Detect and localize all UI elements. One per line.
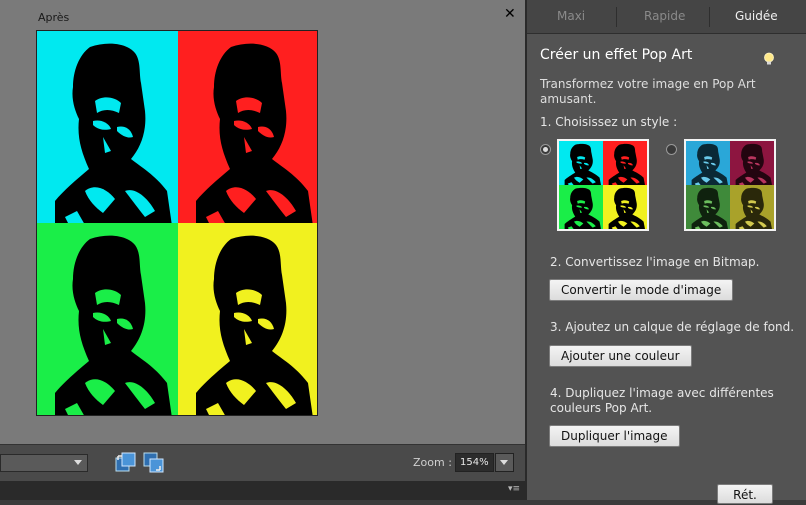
zoom-input[interactable]: 154% xyxy=(455,453,494,472)
quadrant-red xyxy=(178,31,317,223)
style-2-radio[interactable] xyxy=(666,144,677,155)
guided-panel: Maxi Rapide Guidée Créer un effet Pop Ar… xyxy=(527,0,806,504)
step-4-label: 4. Dupliquez l'image avec différentes co… xyxy=(550,386,774,415)
panel-body: Créer un effet Pop Art Transformez votre… xyxy=(527,34,806,504)
tab-divider xyxy=(616,7,617,27)
float-windows-icon[interactable] xyxy=(143,452,165,474)
convert-mode-button[interactable]: Convertir le mode d'image xyxy=(549,279,734,301)
chevron-down-icon xyxy=(500,460,508,465)
document-canvas[interactable]: Après ✕ xyxy=(0,0,525,444)
chevron-down-icon xyxy=(74,460,82,465)
lightbulb-icon[interactable] xyxy=(763,52,775,71)
tab-rapide[interactable]: Rapide xyxy=(644,9,685,23)
tab-guidee[interactable]: Guidée xyxy=(735,9,778,23)
panel-title: Créer un effet Pop Art xyxy=(540,47,693,63)
panel-description: Transformez votre image en Pop Art amusa… xyxy=(540,77,756,106)
quadrant-green xyxy=(37,223,178,415)
quadrant-yellow xyxy=(178,223,317,415)
tab-maxi[interactable]: Maxi xyxy=(557,9,585,23)
canvas-bottom-bar: Zoom : 154% xyxy=(0,444,525,481)
arrange-windows-icon[interactable] xyxy=(115,452,137,474)
duplicate-image-button[interactable]: Dupliquer l'image xyxy=(549,425,680,447)
step-2-label: 2. Convertissez l'image en Bitmap. xyxy=(550,255,760,269)
step-1-label: 1. Choisissez un style : xyxy=(540,115,678,129)
status-bar: ▾≡ xyxy=(0,481,525,500)
step-3-label: 3. Ajoutez un calque de réglage de fond. xyxy=(550,320,795,334)
style-2-thumbnail[interactable] xyxy=(684,139,776,231)
zoom-dropdown-button[interactable] xyxy=(495,453,514,472)
style-1-radio[interactable] xyxy=(540,144,551,155)
document-title: Après xyxy=(38,11,70,24)
mode-tabs: Maxi Rapide Guidée xyxy=(527,0,806,34)
panel-menu-icon[interactable]: ▾≡ xyxy=(508,484,520,494)
zoom-label: Zoom : xyxy=(413,456,452,469)
tab-divider xyxy=(709,7,710,27)
style-1-thumbnail[interactable] xyxy=(557,139,649,231)
pop-art-image[interactable] xyxy=(36,30,318,416)
quadrant-cyan xyxy=(37,31,178,223)
view-dropdown[interactable] xyxy=(0,454,88,472)
reset-button[interactable]: Rét. xyxy=(717,484,773,504)
add-color-button[interactable]: Ajouter une couleur xyxy=(549,345,692,367)
close-icon[interactable]: ✕ xyxy=(504,6,516,22)
